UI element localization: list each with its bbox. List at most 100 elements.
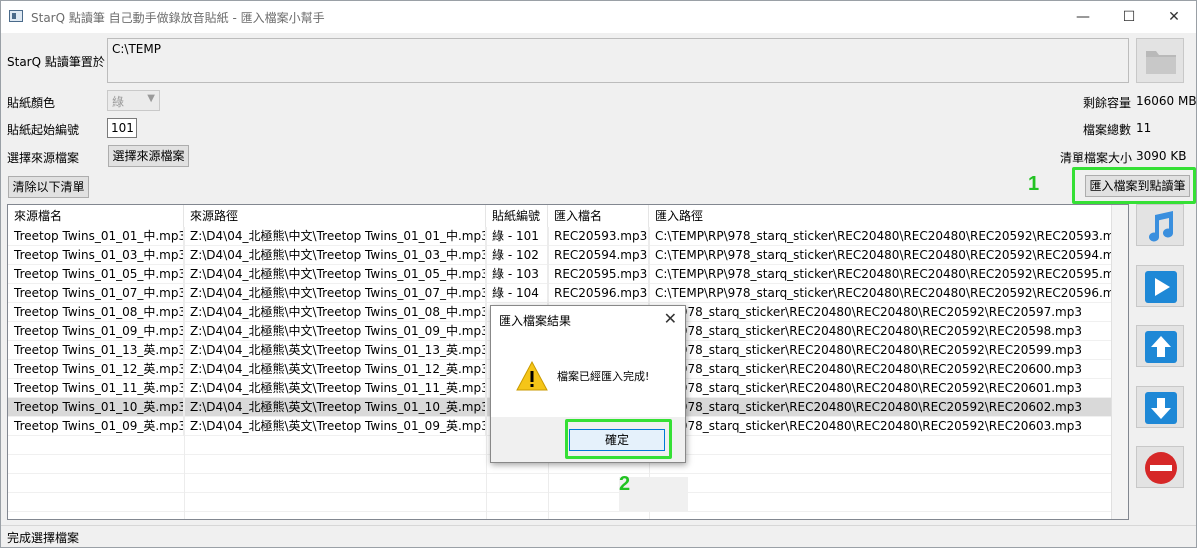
arrow-up-icon (1145, 331, 1177, 363)
cell-import-path: C:\TEMP\RP\978_starq_sticker\REC20480\RE… (649, 284, 1112, 303)
cell-source-name: Treetop Twins_01_13_英.mp3 (8, 341, 184, 360)
cell-source-path: Z:\D4\04_北極熊\中文\Treetop Twins_01_05_中.mp… (184, 265, 486, 284)
play-icon (1145, 271, 1177, 303)
column-divider (184, 227, 185, 519)
cell-sticker-no: 綠 - 103 (486, 265, 548, 284)
cell-source-path: Z:\D4\04_北極熊\英文\Treetop Twins_01_11_英.mp… (184, 379, 486, 398)
table-row[interactable]: Treetop Twins_01_01_中.mp3 Z:\D4\04_北極熊\中文… (8, 227, 1112, 246)
annotation-number-1: 1 (1028, 173, 1040, 195)
folder-icon (1146, 51, 1176, 74)
sticker-start-label: 貼紙起始編號 (7, 123, 80, 137)
table-row[interactable]: Treetop Twins_01_05_中.mp3 Z:\D4\04_北極熊\中文… (8, 265, 1112, 284)
annotation-number-2: 2 (619, 473, 631, 495)
cell-source-path: Z:\D4\04_北極熊\中文\Treetop Twins_01_08_中.mp… (184, 303, 486, 322)
column-header-import-path[interactable]: 匯入路徑 (649, 205, 1112, 227)
maximize-button[interactable]: ☐ (1106, 1, 1152, 33)
arrow-down-icon (1145, 392, 1177, 424)
title-bar: StarQ 點讀筆 自己動手做錄放音貼紙 - 匯入檔案小幫手 — ☐ ✕ (1, 1, 1196, 33)
sticker-color-label: 貼紙顏色 (7, 96, 56, 110)
cell-source-path: Z:\D4\04_北極熊\英文\Treetop Twins_01_10_英.mp… (184, 398, 486, 417)
cell-source-path: Z:\D4\04_北極熊\英文\Treetop Twins_01_13_英.mp… (184, 341, 486, 360)
move-up-button[interactable] (1136, 325, 1184, 367)
cell-import-name: REC20593.mp3 (548, 227, 649, 246)
cell-import-path: C:\TEMP\RP\978_starq_sticker\REC20480\RE… (649, 265, 1112, 284)
pen-location-label: StarQ 點讀筆置於 (7, 55, 105, 69)
cell-source-path: Z:\D4\04_北極熊\中文\Treetop Twins_01_09_中.mp… (184, 322, 486, 341)
cell-sticker-no: 綠 - 101 (486, 227, 548, 246)
cell-source-name: Treetop Twins_01_03_中.mp3 (8, 246, 184, 265)
cell-source-path: Z:\D4\04_北極熊\英文\Treetop Twins_01_12_英.mp… (184, 360, 486, 379)
move-down-button[interactable] (1136, 386, 1184, 428)
cell-import-path: P\RP\978_starq_sticker\REC20480\REC20480… (649, 360, 1112, 379)
cell-import-path: C:\TEMP\RP\978_starq_sticker\REC20480\RE… (649, 246, 1112, 265)
free-space-label: 剩餘容量 (1083, 96, 1132, 110)
clear-list-button[interactable]: 清除以下清單 (8, 176, 89, 198)
dialog-title: 匯入檔案結果 (499, 314, 572, 328)
cell-import-name: REC20596.mp3 (548, 284, 649, 303)
cell-import-path: P\RP\978_starq_sticker\REC20480\REC20480… (649, 303, 1112, 322)
cell-import-path: P\RP\978_starq_sticker\REC20480\REC20480… (649, 417, 1112, 436)
pen-location-field[interactable]: C:\TEMP (107, 38, 1129, 83)
empty-row (8, 493, 1112, 512)
dialog-message: 檔案已經匯入完成! (557, 370, 650, 383)
dialog-close-icon[interactable]: ✕ (664, 309, 677, 328)
cell-source-name: Treetop Twins_01_09_英.mp3 (8, 417, 184, 436)
dialog-body: 檔案已經匯入完成! (491, 332, 685, 417)
column-divider (486, 227, 487, 519)
cell-import-path: P\RP\978_starq_sticker\REC20480\REC20480… (649, 341, 1112, 360)
music-note-icon (1149, 211, 1173, 242)
app-icon (9, 10, 23, 22)
cell-source-name: Treetop Twins_01_05_中.mp3 (8, 265, 184, 284)
file-count-value: 11 (1136, 121, 1152, 135)
cell-import-name: REC20595.mp3 (548, 265, 649, 284)
close-button[interactable]: ✕ (1151, 1, 1197, 33)
music-note-button[interactable] (1136, 204, 1184, 246)
sticker-start-input[interactable]: 101 (107, 118, 137, 138)
cell-source-name: Treetop Twins_01_12_英.mp3 (8, 360, 184, 379)
cell-source-path: Z:\D4\04_北極熊\中文\Treetop Twins_01_07_中.mp… (184, 284, 486, 303)
column-header-import-name[interactable]: 匯入檔名 (548, 205, 649, 227)
status-bar: 完成選擇檔案 (1, 525, 1196, 547)
cell-source-path: Z:\D4\04_北極熊\中文\Treetop Twins_01_01_中.mp… (184, 227, 486, 246)
browse-folder-button[interactable] (1136, 38, 1184, 83)
column-header-source-name[interactable]: 來源檔名 (8, 205, 184, 227)
cell-import-name: REC20594.mp3 (548, 246, 649, 265)
window-title: StarQ 點讀筆 自己動手做錄放音貼紙 - 匯入檔案小幫手 (31, 11, 325, 25)
cell-import-path: P\RP\978_starq_sticker\REC20480\REC20480… (649, 398, 1112, 417)
cell-source-name: Treetop Twins_01_08_中.mp3 (8, 303, 184, 322)
warning-icon (516, 361, 548, 391)
delete-button[interactable] (1136, 446, 1184, 488)
minimize-button[interactable]: — (1060, 1, 1106, 33)
table-row[interactable]: Treetop Twins_01_07_中.mp3 Z:\D4\04_北極熊\中文… (8, 284, 1112, 303)
highlight-box-1 (1072, 167, 1196, 204)
column-header-sticker-no[interactable]: 貼紙編號 (486, 205, 548, 227)
cell-sticker-no: 綠 - 102 (486, 246, 548, 265)
cell-sticker-no: 綠 - 104 (486, 284, 548, 303)
cell-source-name: Treetop Twins_01_11_英.mp3 (8, 379, 184, 398)
status-text: 完成選擇檔案 (7, 531, 80, 545)
cell-import-path: P\RP\978_starq_sticker\REC20480\REC20480… (649, 379, 1112, 398)
select-source-button[interactable]: 選擇來源檔案 (108, 145, 189, 167)
source-file-label: 選擇來源檔案 (7, 151, 80, 165)
stop-icon (1145, 452, 1177, 484)
highlight-box-2 (565, 419, 672, 459)
sticker-color-value: 綠 (112, 95, 125, 109)
chevron-down-icon: ▼ (147, 93, 155, 104)
cell-source-name: Treetop Twins_01_01_中.mp3 (8, 227, 184, 246)
list-size-label: 清單檔案大小 (1060, 151, 1133, 165)
sticker-color-select[interactable]: 綠 ▼ (107, 90, 160, 111)
cell-source-name: Treetop Twins_01_09_中.mp3 (8, 322, 184, 341)
cell-source-name: Treetop Twins_01_07_中.mp3 (8, 284, 184, 303)
column-header-source-path[interactable]: 來源路徑 (184, 205, 486, 227)
cell-source-path: Z:\D4\04_北極熊\中文\Treetop Twins_01_03_中.mp… (184, 246, 486, 265)
app-window: StarQ 點讀筆 自己動手做錄放音貼紙 - 匯入檔案小幫手 — ☐ ✕ Sta… (0, 0, 1197, 548)
cell-source-path: Z:\D4\04_北極熊\英文\Treetop Twins_01_09_英.mp… (184, 417, 486, 436)
empty-row (8, 474, 1112, 493)
table-row[interactable]: Treetop Twins_01_03_中.mp3 Z:\D4\04_北極熊\中文… (8, 246, 1112, 265)
list-size-value: 3090 KB (1136, 149, 1187, 163)
cell-import-path: P\RP\978_starq_sticker\REC20480\REC20480… (649, 322, 1112, 341)
play-button[interactable] (1136, 265, 1184, 307)
dialog-title-bar: 匯入檔案結果 ✕ (491, 306, 685, 332)
cell-source-name: Treetop Twins_01_10_英.mp3 (8, 398, 184, 417)
vertical-scrollbar[interactable] (1111, 205, 1128, 519)
